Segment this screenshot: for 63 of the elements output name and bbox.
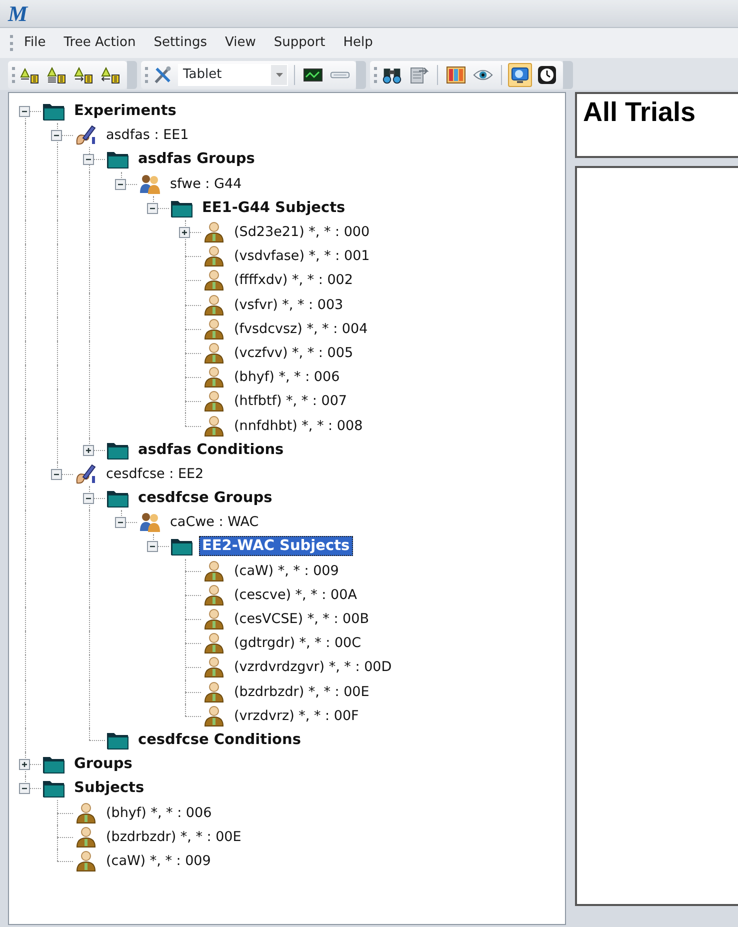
menu-item[interactable]: Support	[266, 31, 332, 55]
menu-item[interactable]: View	[218, 31, 263, 55]
tree-node-label[interactable]: (vrzdvrz) *, * : 00F	[231, 706, 362, 726]
toolbar-grip[interactable]	[374, 67, 377, 83]
tree-node-label[interactable]: sfwe : G44	[167, 174, 245, 194]
tree-node-label[interactable]: (bzdrbzdr) *, * : 00E	[103, 826, 244, 847]
tree-node-label[interactable]: cesdfcse : EE2	[103, 464, 207, 484]
collapse-toggle[interactable]	[51, 130, 62, 142]
collapse-toggle[interactable]	[19, 106, 30, 118]
tree-node-label[interactable]: cesdfcse Conditions	[135, 730, 304, 750]
device-dropdown[interactable]: Tablet	[178, 64, 288, 86]
tree-node-label[interactable]: Subjects	[71, 778, 148, 798]
tree-node-label[interactable]: (ffffxdv) *, * : 002	[231, 270, 356, 290]
menu-grip[interactable]	[10, 35, 13, 51]
panel-title: All Trials	[583, 97, 696, 127]
expand-toggle[interactable]	[179, 227, 190, 238]
toolbar-grip[interactable]	[145, 67, 148, 83]
menu-item[interactable]: Help	[336, 31, 380, 55]
tree-node-label[interactable]: (gdtrgdr) *, * : 00C	[231, 633, 364, 654]
collapse-toggle[interactable]	[115, 178, 126, 190]
tree-node-label[interactable]: EE2-WAC Subjects	[199, 536, 353, 556]
menu-item[interactable]: Tree Action	[56, 31, 143, 55]
tree-node-label[interactable]: cesdfcse Groups	[135, 488, 276, 508]
tree-node-label[interactable]: Groups	[71, 754, 136, 774]
tree-node-label[interactable]: (vczfvv) *, * : 005	[231, 342, 356, 363]
toolbar-grip[interactable]	[12, 67, 15, 83]
menu-item[interactable]: File	[17, 31, 53, 55]
people-icon	[137, 172, 163, 195]
tree-node-label[interactable]: EE1-G44 Subjects	[199, 198, 348, 218]
tree-node-label[interactable]: (caW) *, * : 009	[231, 560, 342, 581]
tree-node-label[interactable]: (vsfvr) *, * : 003	[231, 294, 346, 315]
menu-item[interactable]: Settings	[146, 31, 214, 55]
tree-node-label[interactable]: asdfas Groups	[135, 149, 258, 170]
app-logo: M	[8, 0, 26, 28]
monitor-icon[interactable]	[508, 63, 532, 87]
expand-toggle[interactable]	[19, 759, 30, 770]
tree-node-label[interactable]: (cescve) *, * : 00A	[231, 584, 360, 605]
tree-node-label[interactable]: (htfbtf) *, * : 007	[231, 391, 350, 412]
collapse-toggle[interactable]	[147, 541, 158, 552]
tree-node-label[interactable]: asdfas : EE1	[103, 125, 192, 146]
collapse-toggle[interactable]	[83, 154, 94, 166]
tree-node-label[interactable]: (vzrdvrdzgvr) *, * : 00D	[231, 657, 395, 678]
tree-node-label[interactable]: (Sd23e21) *, * : 000	[231, 222, 373, 242]
tree-node-label[interactable]: asdfas Conditions	[135, 440, 287, 460]
collapse-toggle[interactable]	[147, 202, 158, 214]
clock-icon[interactable]	[535, 63, 559, 87]
collapse-toggle[interactable]	[19, 783, 30, 794]
tree-node-label[interactable]: (nnfdhbt) *, * : 008	[231, 416, 366, 436]
tree-node-label[interactable]: (vsdvfase) *, * : 001	[231, 246, 373, 266]
collapse-toggle[interactable]	[51, 468, 62, 480]
tree-node-label[interactable]: Experiments	[71, 101, 180, 122]
people-icon	[137, 511, 163, 534]
tree-node-label[interactable]: (bzdrbzdr) *, * : 00E	[231, 682, 372, 702]
expand-toggle[interactable]	[83, 444, 94, 456]
tree-node-label[interactable]: (cesVCSE) *, * : 00B	[231, 609, 372, 630]
collapse-toggle[interactable]	[83, 493, 94, 504]
tree-node-label[interactable]: caCwe : WAC	[167, 512, 262, 532]
tree-node-label[interactable]: (caW) *, * : 009	[103, 850, 214, 871]
collapse-toggle[interactable]	[115, 517, 126, 528]
tree-node-label[interactable]: (bhyf) *, * : 006	[103, 802, 215, 823]
tree-node-label[interactable]: (fvsdcvsz) *, * : 004	[231, 318, 371, 339]
caret-icon[interactable]	[276, 73, 282, 77]
tree-node-label[interactable]: (bhyf) *, * : 006	[231, 367, 343, 388]
